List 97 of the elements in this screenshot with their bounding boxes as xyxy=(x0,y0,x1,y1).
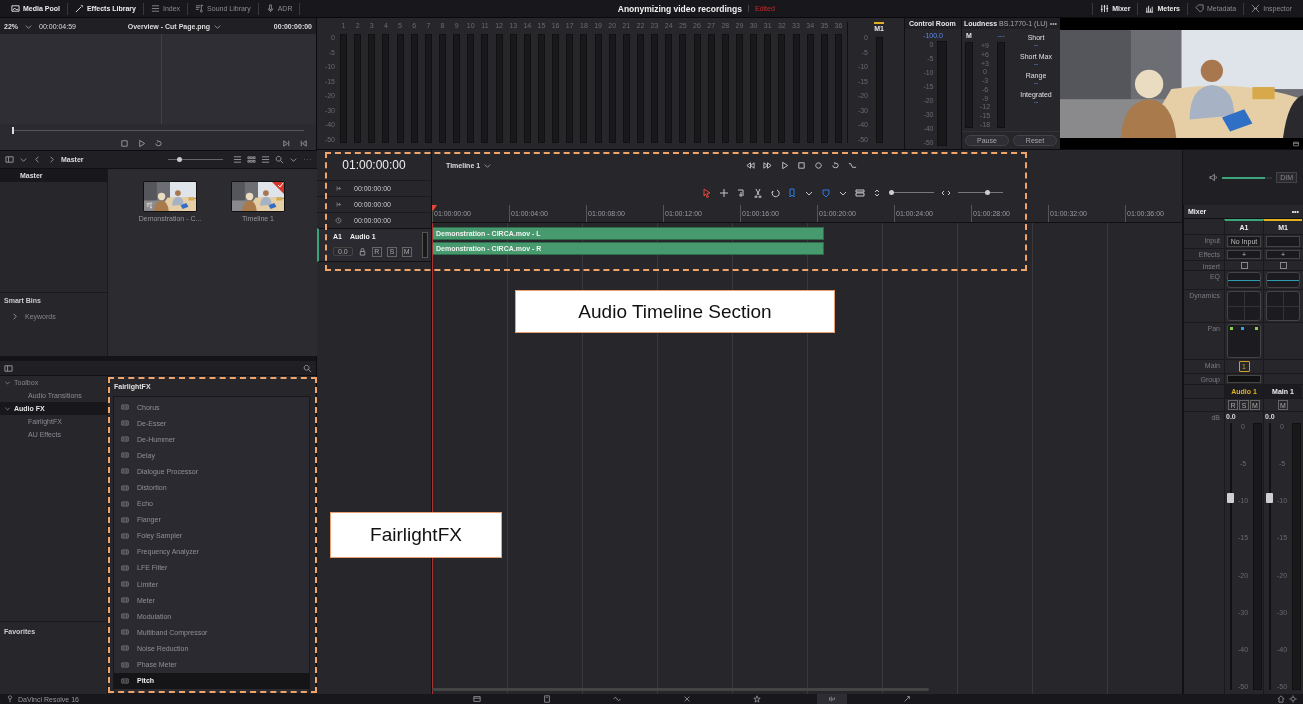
track-height-icon[interactable] xyxy=(855,187,865,198)
chevron-icon[interactable] xyxy=(19,155,28,164)
plugin-icon xyxy=(120,531,130,540)
previous-icon[interactable] xyxy=(299,138,308,148)
back-icon[interactable] xyxy=(33,155,42,164)
record-icon[interactable] xyxy=(814,160,823,170)
pin-icon xyxy=(6,695,14,703)
chevron-down-icon xyxy=(4,405,11,412)
music-icon xyxy=(195,4,205,13)
plugin-icon xyxy=(120,612,130,621)
search-icon[interactable] xyxy=(275,155,284,164)
tag-icon xyxy=(1195,4,1204,13)
next-icon[interactable] xyxy=(282,138,291,148)
plugin-icon xyxy=(120,644,130,653)
volume-slider[interactable] xyxy=(1222,176,1273,179)
up-down-icon[interactable] xyxy=(872,187,882,198)
rewind-icon[interactable] xyxy=(746,160,755,170)
list-view-icon[interactable] xyxy=(261,155,270,164)
level-meter xyxy=(422,232,428,258)
snap-icon[interactable] xyxy=(770,187,780,198)
plugin-icon xyxy=(120,547,130,556)
stop-icon[interactable] xyxy=(797,160,806,170)
clip-thumbnail[interactable] xyxy=(143,181,197,212)
plugin-icon xyxy=(120,467,130,476)
play-icon[interactable] xyxy=(136,138,146,148)
mixer-icon xyxy=(1100,4,1110,13)
plugin-icon xyxy=(120,451,130,460)
page-icon xyxy=(753,695,761,703)
in-point-icon xyxy=(335,185,342,192)
plugin-icon xyxy=(120,596,130,605)
page-icon xyxy=(828,695,836,703)
chevron-down-icon xyxy=(4,379,11,386)
check-corner-icon xyxy=(272,182,284,194)
lock-icon xyxy=(357,247,367,256)
flag-icon[interactable] xyxy=(787,187,797,198)
plugin-icon xyxy=(120,483,130,492)
forward-icon[interactable] xyxy=(47,155,56,164)
list-icon xyxy=(151,4,160,13)
home-icon[interactable] xyxy=(1277,695,1285,703)
eq-graph[interactable] xyxy=(1227,272,1261,288)
meters-icon xyxy=(1145,4,1155,13)
plugin-icon xyxy=(120,499,130,508)
chevron-right-icon[interactable] xyxy=(10,312,19,321)
out-point-icon xyxy=(335,201,342,208)
eq-graph[interactable] xyxy=(1266,272,1300,288)
project-title: Anonymizing video recordings xyxy=(617,3,742,14)
trim-icon[interactable] xyxy=(736,187,746,198)
pan-control[interactable] xyxy=(1227,324,1261,358)
insert-button[interactable] xyxy=(1279,262,1287,269)
page-icon xyxy=(543,695,551,703)
wand-icon xyxy=(74,4,84,13)
search-icon[interactable] xyxy=(303,363,312,373)
insert-button[interactable] xyxy=(1240,262,1248,269)
clip-thumbnail[interactable] xyxy=(231,181,285,212)
plugin-icon xyxy=(120,564,130,572)
plugin-icon xyxy=(120,580,130,589)
play-icon[interactable] xyxy=(780,160,789,170)
marker-icon[interactable] xyxy=(821,187,831,198)
picture-in-picture-icon[interactable] xyxy=(1292,141,1300,147)
crosshair-icon[interactable] xyxy=(719,187,729,198)
loop-icon[interactable] xyxy=(831,160,840,170)
pointer-icon[interactable] xyxy=(702,187,712,198)
timeline-timecode: 01:00:00:00 xyxy=(342,158,406,172)
sort-icon[interactable] xyxy=(233,155,242,164)
page-icon xyxy=(613,695,621,703)
annotation-label: FairlightFX xyxy=(330,512,502,558)
plugin-icon xyxy=(120,660,130,669)
input-selector[interactable] xyxy=(1266,236,1300,247)
plugin-icon xyxy=(120,419,130,428)
scissors-icon[interactable] xyxy=(753,187,763,198)
plugin-icon xyxy=(120,628,130,637)
page-button[interactable] xyxy=(817,694,847,704)
annotation-label: Audio Timeline Section xyxy=(515,290,835,333)
clock-icon xyxy=(335,217,342,224)
plugin-icon xyxy=(120,515,130,524)
fader[interactable] xyxy=(1227,492,1234,503)
settings-icon[interactable] xyxy=(1289,695,1297,703)
page-icon xyxy=(473,695,481,703)
plugin-icon xyxy=(120,403,130,412)
music-note-icon xyxy=(146,202,153,209)
inspector-icon xyxy=(1251,4,1261,13)
fast-forward-icon[interactable] xyxy=(763,160,772,170)
plugin-icon xyxy=(120,435,130,444)
grid-view-icon[interactable] xyxy=(247,155,256,164)
media-icon xyxy=(11,4,20,13)
stop-icon[interactable] xyxy=(119,138,129,148)
chevron-icon[interactable] xyxy=(289,155,298,164)
mic-icon xyxy=(265,4,275,13)
speaker-icon[interactable] xyxy=(1209,173,1219,182)
loop-icon[interactable] xyxy=(153,138,163,148)
fader[interactable] xyxy=(1266,492,1273,503)
page-icon xyxy=(683,695,691,703)
page-icon xyxy=(903,695,911,703)
plugin-icon xyxy=(120,676,130,685)
automation-icon[interactable] xyxy=(848,160,857,170)
panel-icon[interactable] xyxy=(5,155,14,164)
panel-icon[interactable] xyxy=(4,363,13,373)
